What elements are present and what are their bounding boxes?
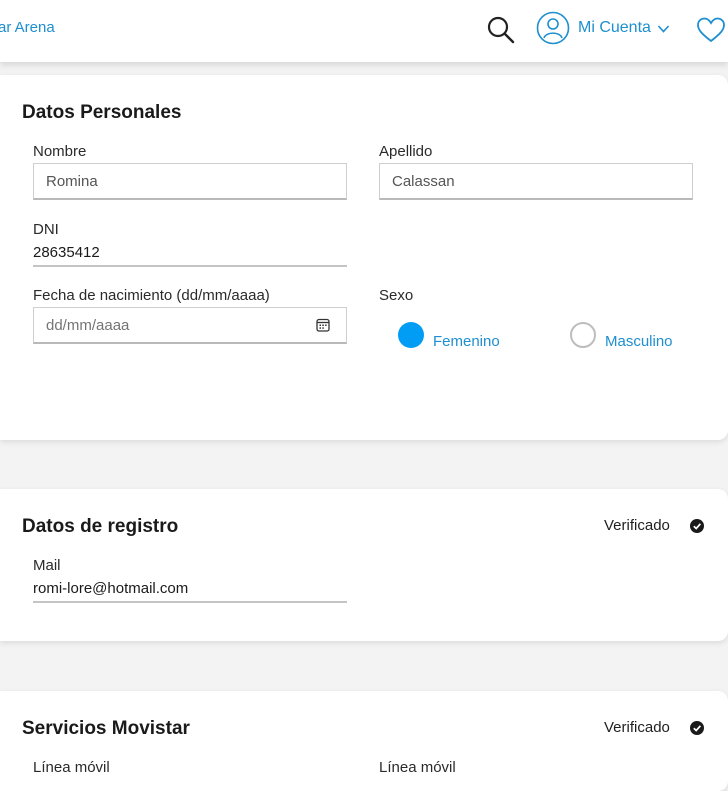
sexo-masculino-radio[interactable] xyxy=(570,322,596,348)
registration-data-card: Datos de registro Verificado Mail romi-l… xyxy=(0,489,728,641)
personal-data-title: Datos Personales xyxy=(22,102,182,123)
sexo-femenino-label[interactable]: Femenino xyxy=(433,333,500,350)
sexo-masculino-label[interactable]: Masculino xyxy=(605,333,673,350)
mail-field[interactable]: romi-lore@hotmail.com xyxy=(33,579,347,603)
heart-icon[interactable] xyxy=(696,16,726,44)
dni-label: DNI xyxy=(33,221,59,238)
verified-status: Verificado xyxy=(604,719,670,736)
apellido-label: Apellido xyxy=(379,143,433,160)
chevron-down-icon[interactable] xyxy=(657,24,670,34)
brand-link[interactable]: ar Arena xyxy=(0,19,55,36)
apellido-input[interactable] xyxy=(379,163,693,200)
mail-label: Mail xyxy=(33,557,61,574)
sexo-label: Sexo xyxy=(379,287,414,304)
dni-field[interactable]: 28635412 xyxy=(33,243,347,267)
nombre-label: Nombre xyxy=(33,143,87,160)
top-navigation-bar: ar Arena Mi Cuenta xyxy=(0,0,728,62)
linea-movil-label: Línea móvil xyxy=(33,759,110,776)
sexo-femenino-radio[interactable] xyxy=(398,322,424,348)
movistar-services-title: Servicios Movistar xyxy=(22,718,190,739)
linea-movil-label-2: Línea móvil xyxy=(379,759,456,776)
fecha-nacimiento-label: Fecha de nacimiento (dd/mm/aaaa) xyxy=(33,287,270,304)
nombre-input[interactable] xyxy=(33,163,347,200)
check-circle-icon xyxy=(690,519,704,533)
personal-data-card: Datos Personales Nombre Apellido DNI 286… xyxy=(0,75,728,440)
account-menu-button[interactable]: Mi Cuenta xyxy=(578,19,651,37)
verified-status: Verificado xyxy=(604,517,670,534)
registration-data-title: Datos de registro xyxy=(22,516,179,537)
calendar-icon[interactable] xyxy=(316,318,330,332)
user-avatar-icon[interactable] xyxy=(536,11,570,45)
movistar-services-card: Servicios Movistar Verificado Línea móvi… xyxy=(0,691,728,791)
check-circle-icon xyxy=(690,721,704,735)
search-icon[interactable] xyxy=(486,15,516,45)
fecha-nacimiento-input[interactable] xyxy=(33,307,347,344)
